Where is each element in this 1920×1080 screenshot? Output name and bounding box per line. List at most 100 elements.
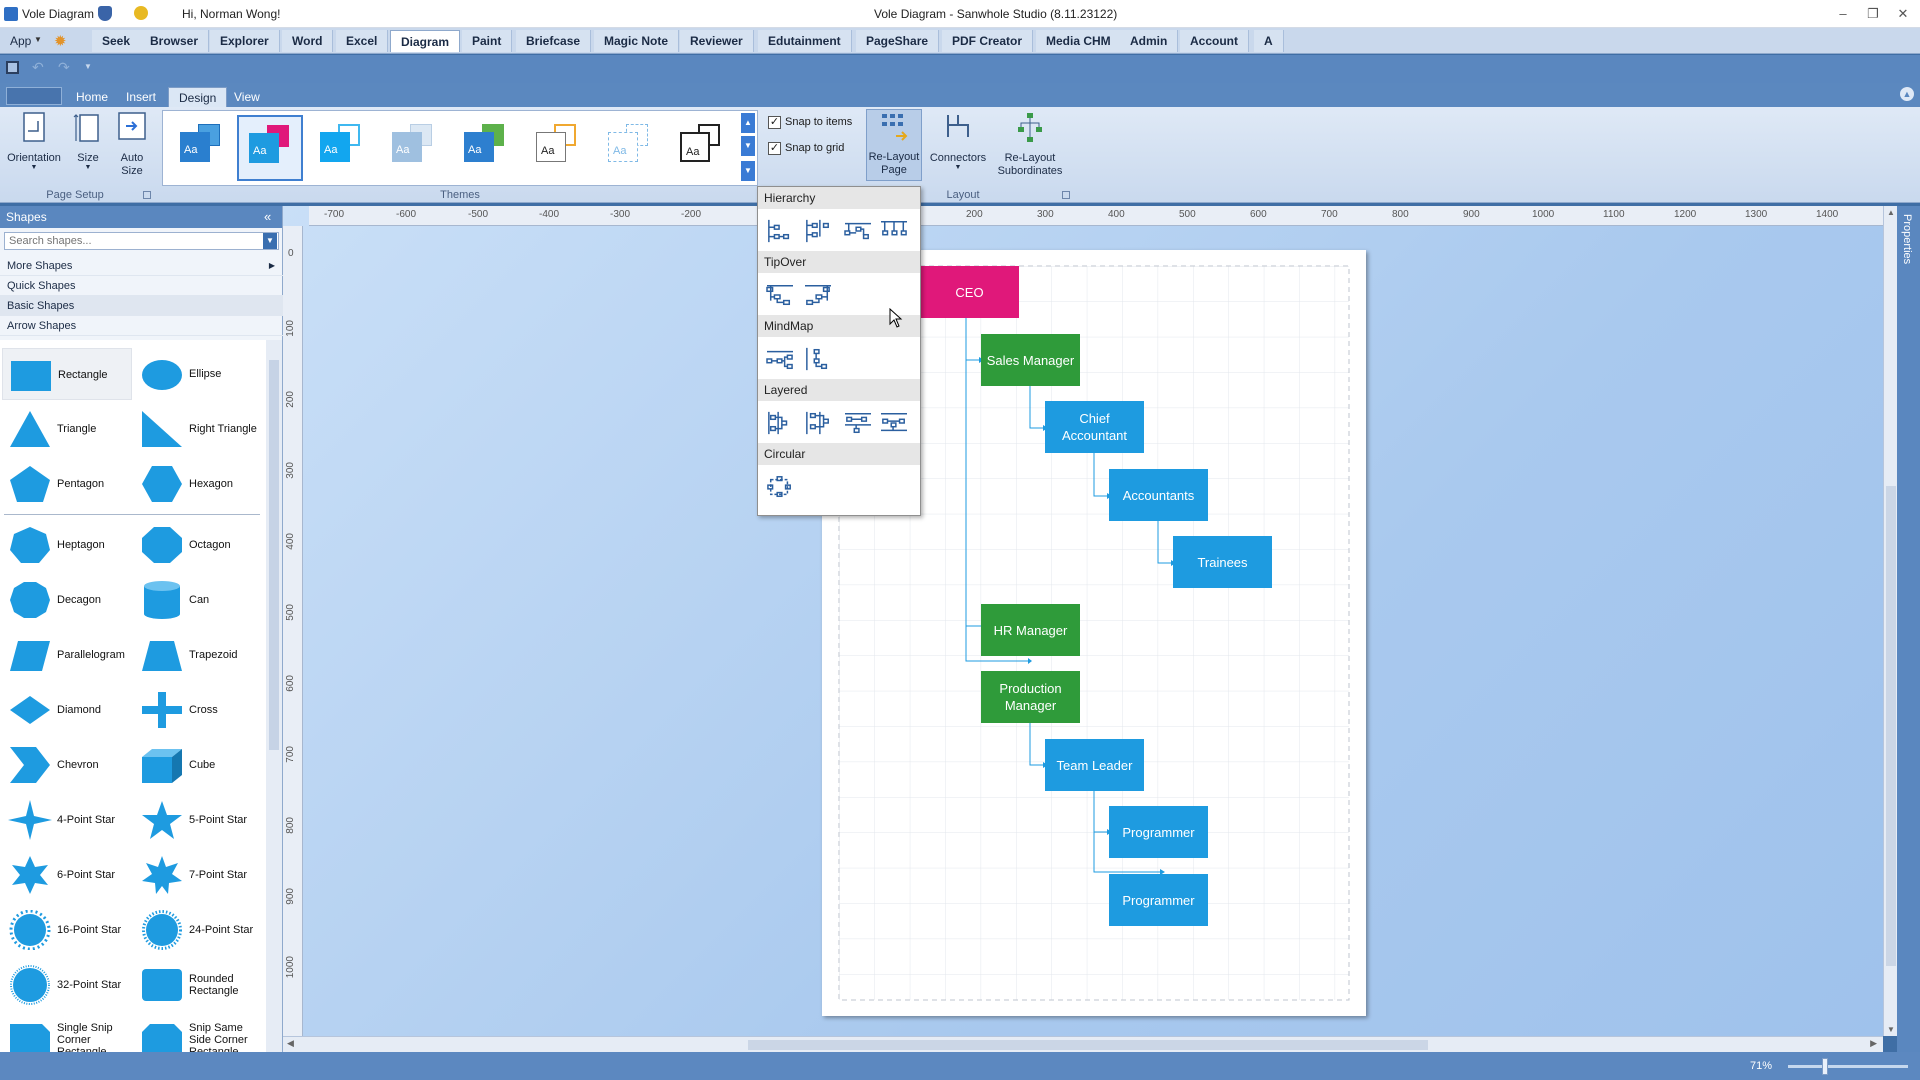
hierarchy-layout-1-icon[interactable] — [764, 217, 796, 245]
gallery-scroll-up-icon[interactable]: ▲ — [741, 113, 755, 133]
layout-launcher-icon[interactable] — [1062, 191, 1070, 199]
shape-single-snip-corner-rectangle[interactable]: Single Snip Corner Rectangle — [2, 1014, 132, 1052]
tab-home[interactable]: Home — [66, 87, 118, 107]
restore-icon[interactable]: ❐ — [1862, 6, 1884, 22]
theme-5[interactable]: Aa — [453, 115, 519, 181]
tab-browser[interactable]: Browser — [140, 30, 210, 52]
theme-2[interactable]: Aa — [237, 115, 303, 181]
mindmap-layout-2-icon[interactable] — [802, 345, 834, 373]
close-icon[interactable]: ✕ — [1892, 6, 1914, 22]
file-menu-button[interactable] — [6, 87, 62, 105]
node-team-leader[interactable]: Team Leader — [1045, 739, 1144, 791]
customize-chevron-icon[interactable]: ▼ — [84, 62, 92, 71]
circular-layout-icon[interactable] — [764, 473, 796, 501]
canvas-horizontal-scrollbar[interactable]: ◀ ▶ — [283, 1036, 1883, 1052]
tipover-layout-2-icon[interactable] — [802, 281, 834, 309]
shape-octagon[interactable]: Octagon — [134, 519, 264, 571]
node-sales-manager[interactable]: Sales Manager — [981, 334, 1080, 386]
user-icon[interactable] — [134, 6, 148, 20]
shape-triangle[interactable]: Triangle — [2, 403, 132, 455]
tab-pageshare[interactable]: PageShare — [856, 30, 940, 52]
category-more-shapes[interactable]: More Shapes ▶ — [0, 256, 283, 276]
properties-panel-tab[interactable]: Properties — [1897, 206, 1920, 1052]
search-shapes-input[interactable] — [4, 232, 279, 250]
shape-heptagon[interactable]: Heptagon — [2, 519, 132, 571]
node-trainees[interactable]: Trainees — [1173, 536, 1272, 588]
theme-1[interactable]: Aa — [169, 115, 235, 181]
theme-4[interactable]: Aa — [381, 115, 447, 181]
node-programmer-1[interactable]: Programmer — [1109, 806, 1208, 858]
search-dropdown-icon[interactable]: ▼ — [263, 233, 277, 249]
shape-diamond[interactable]: Diamond — [2, 684, 132, 736]
shape-can[interactable]: Can — [134, 574, 264, 626]
shape-cross[interactable]: Cross — [134, 684, 264, 736]
tab-account[interactable]: Account — [1180, 30, 1249, 52]
layered-layout-2-icon[interactable] — [802, 409, 834, 437]
tab-edutainment[interactable]: Edutainment — [758, 30, 852, 52]
shape-7-point-star[interactable]: 7-Point Star — [134, 849, 264, 901]
page-setup-launcher-icon[interactable] — [143, 191, 151, 199]
tab-magic-note[interactable]: Magic Note — [594, 30, 680, 52]
node-chief-accountant[interactable]: Chief Accountant — [1045, 401, 1144, 453]
shapes-scrollbar[interactable] — [266, 340, 282, 1052]
node-production-manager[interactable]: Production Manager — [981, 671, 1080, 723]
theme-3[interactable]: Aa — [309, 115, 375, 181]
shape-parallelogram[interactable]: Parallelogram — [2, 629, 132, 681]
theme-7[interactable]: Aa — [597, 115, 663, 181]
snap-grid-checkbox[interactable]: ✓ Snap to grid — [768, 140, 844, 156]
node-hr-manager[interactable]: HR Manager — [981, 604, 1080, 656]
mindmap-layout-1-icon[interactable] — [764, 345, 796, 373]
shape-24-point-star[interactable]: 24-Point Star — [134, 904, 264, 956]
tab-paint[interactable]: Paint — [462, 30, 513, 52]
shape-6-point-star[interactable]: 6-Point Star — [2, 849, 132, 901]
shape-32-point-star[interactable]: 32-Point Star — [2, 959, 132, 1011]
zoom-slider-thumb[interactable] — [1822, 1058, 1828, 1075]
theme-8[interactable]: Aa — [669, 115, 735, 181]
shape-5-point-star[interactable]: 5-Point Star — [134, 794, 264, 846]
gallery-expand-icon[interactable]: ▼ — [741, 161, 755, 181]
tab-a[interactable]: A — [1254, 30, 1284, 52]
tab-word[interactable]: Word — [282, 30, 334, 52]
app-menu-chevron-icon[interactable]: ▼ — [34, 35, 42, 44]
snap-items-checkbox[interactable]: ✓ Snap to items — [768, 114, 852, 130]
node-ceo[interactable]: CEO — [920, 266, 1019, 318]
category-basic-shapes[interactable]: Basic Shapes — [0, 296, 283, 316]
redo-icon[interactable]: ↷ — [58, 59, 70, 76]
shape-chevron[interactable]: Chevron — [2, 739, 132, 791]
collapse-panel-icon[interactable]: « — [264, 206, 271, 228]
gallery-scroll-down-icon[interactable]: ▼ — [741, 136, 755, 156]
tab-insert[interactable]: Insert — [116, 87, 166, 107]
shape-rectangle[interactable]: Rectangle — [2, 348, 132, 400]
tab-media-chm[interactable]: Media CHM — [1036, 30, 1122, 52]
tab-excel[interactable]: Excel — [336, 30, 389, 52]
gear-icon[interactable]: ✹ — [54, 32, 67, 50]
tab-admin[interactable]: Admin — [1120, 30, 1179, 52]
auto-size-button[interactable]: Auto Size — [112, 111, 152, 178]
shape-hexagon[interactable]: Hexagon — [134, 458, 264, 510]
node-accountants[interactable]: Accountants — [1109, 469, 1208, 521]
zoom-slider[interactable] — [1788, 1058, 1908, 1075]
connectors-button[interactable]: Connectors ▼ — [928, 111, 988, 171]
shape-pentagon[interactable]: Pentagon — [2, 458, 132, 510]
shape-4-point-star[interactable]: 4-Point Star — [2, 794, 132, 846]
shape-trapezoid[interactable]: Trapezoid — [134, 629, 264, 681]
canvas-vertical-scrollbar[interactable]: ▲ ▼ — [1883, 206, 1897, 1036]
tab-diagram[interactable]: Diagram — [390, 30, 461, 52]
shape-right-triangle[interactable]: Right Triangle — [134, 403, 264, 455]
shield-icon[interactable] — [98, 6, 112, 21]
tab-reviewer[interactable]: Reviewer — [680, 30, 754, 52]
save-icon[interactable] — [6, 61, 19, 74]
shape-cube[interactable]: Cube — [134, 739, 264, 791]
layered-layout-1-icon[interactable] — [764, 409, 796, 437]
hierarchy-layout-2-icon[interactable] — [802, 217, 834, 245]
collapse-ribbon-icon[interactable]: ▲ — [1900, 87, 1914, 101]
shape-ellipse[interactable]: Ellipse — [134, 348, 264, 400]
shape-decagon[interactable]: Decagon — [2, 574, 132, 626]
relayout-subordinates-button[interactable]: Re-Layout Subordinates — [992, 111, 1068, 178]
tab-explorer[interactable]: Explorer — [210, 30, 280, 52]
orientation-button[interactable]: Orientation ▼ — [4, 111, 64, 171]
layered-layout-4-icon[interactable] — [878, 409, 910, 437]
size-button[interactable]: Size ▼ — [70, 111, 106, 171]
category-arrow-shapes[interactable]: Arrow Shapes — [0, 316, 283, 336]
tab-view[interactable]: View — [224, 87, 270, 107]
